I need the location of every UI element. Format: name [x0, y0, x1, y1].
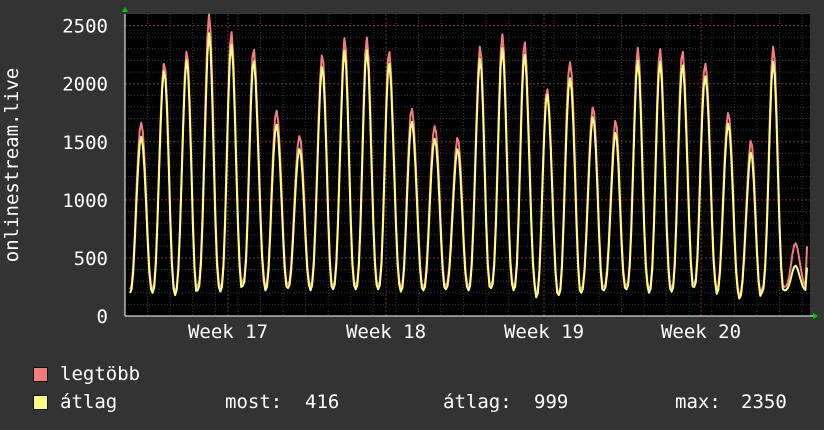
y-axis-title: onlinestream.live [1, 68, 23, 262]
y-tick-label: 2500 [62, 16, 108, 38]
y-tick-label: 2000 [62, 74, 108, 96]
x-axis-arrow [813, 313, 818, 319]
x-tick-label: Week 19 [504, 321, 584, 343]
x-tick-label: Week 18 [346, 321, 426, 343]
y-tick-label: 500 [74, 248, 108, 270]
y-axis-arrow [122, 7, 128, 12]
y-tick-label: 1500 [62, 132, 108, 154]
y-tick-label: 0 [97, 306, 108, 328]
x-tick-label: Week 17 [188, 321, 268, 343]
y-tick-label: 1000 [62, 190, 108, 212]
chart: 0 500 1000 1500 2000 2500 Week 17 Week 18 Week 1… [1, 7, 818, 343]
x-tick-label: Week 20 [661, 321, 741, 343]
